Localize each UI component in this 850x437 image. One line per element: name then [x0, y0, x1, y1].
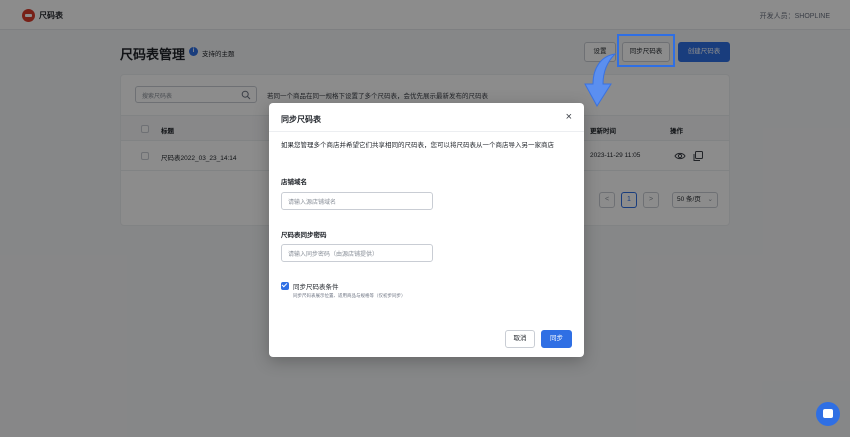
store-domain-input[interactable]: 请输入源店铺域名 [281, 192, 433, 210]
modal-divider [269, 131, 584, 132]
sync-password-input[interactable]: 请输入同步密码（由源店铺提供） [281, 244, 433, 262]
chat-support-icon[interactable] [816, 402, 840, 426]
sync-size-chart-modal: 同步尺码表 × 如果您管理多个商店并希望它们共享相同的尺码表，您可以将尺码表从一… [269, 103, 584, 357]
sync-button-highlight [617, 34, 675, 67]
store-domain-label: 店铺域名 [281, 179, 307, 186]
store-domain-placeholder: 请输入源店铺域名 [288, 200, 337, 206]
cancel-button[interactable]: 取消 [505, 330, 535, 348]
close-icon[interactable]: × [566, 112, 572, 123]
sync-conditions-checkbox[interactable] [281, 282, 289, 290]
sync-conditions-help: 同步尺码表展示位置、适用商品与规格等（仅初步同步） [293, 293, 406, 298]
sync-conditions-label[interactable]: 同步尺码表条件 [293, 281, 339, 291]
sync-password-placeholder: 请输入同步密码（由源店铺提供） [288, 252, 379, 258]
sync-password-label: 尺码表同步密码 [281, 232, 327, 239]
modal-description: 如果您管理多个商店并希望它们共享相同的尺码表，您可以将尺码表从一个商店导入另一家… [281, 142, 554, 149]
sync-button[interactable]: 同步 [541, 330, 572, 348]
modal-title: 同步尺码表 [281, 115, 321, 124]
